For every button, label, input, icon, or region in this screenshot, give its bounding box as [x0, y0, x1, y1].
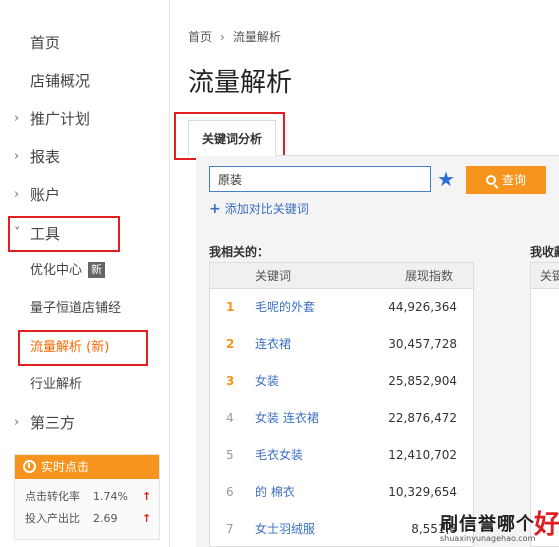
sidebar-item-optimization-center[interactable]: 优化中心新	[0, 257, 170, 285]
highlight-box-traffic-analysis	[18, 330, 148, 366]
arrow-up-icon: ↑	[142, 490, 152, 503]
star-icon[interactable]: ★	[437, 166, 455, 192]
plus-icon: +	[209, 201, 221, 217]
table-header: 关键词 展现指数	[210, 263, 473, 289]
query-button[interactable]: 查询	[466, 166, 546, 194]
impression-index: 22,876,472	[388, 411, 457, 425]
table-row: 2 连衣裙 30,457,728	[210, 326, 473, 363]
keyword-link[interactable]: 女士羽绒服	[255, 511, 315, 547]
rank-number: 6	[226, 485, 234, 499]
metric-value: 2.69	[93, 512, 118, 525]
related-keywords-table: 关键词 展现指数 1 毛呢的外套 44,926,364 2 连衣裙 30,457…	[209, 262, 474, 547]
realtime-header: 实时点击	[15, 455, 159, 479]
table-row: 3 女装 25,852,904	[210, 363, 473, 400]
clock-icon	[23, 460, 36, 473]
related-section-label: 我相关的：	[209, 245, 270, 259]
metric-value: 1.74%	[93, 490, 128, 503]
chevron-right-icon: ›	[14, 415, 20, 430]
arrow-up-icon: ↑	[142, 512, 152, 525]
keyword-link[interactable]: 女装 连衣裙	[255, 400, 319, 437]
chevron-right-icon: ›	[14, 111, 20, 126]
chevron-right-icon: ›	[14, 187, 20, 202]
sidebar-item-industry-analysis[interactable]: 行业解析	[0, 371, 170, 399]
rank-number: 7	[226, 522, 234, 536]
impression-index: 44,926,364	[388, 300, 457, 314]
column-header-keyword: 关键词	[255, 269, 292, 283]
search-icon	[485, 175, 496, 185]
impression-index: 25,852,904	[388, 374, 457, 388]
add-compare-label: 添加对比关键词	[224, 202, 309, 216]
sidebar-item-label: 优化中心	[30, 263, 83, 278]
query-button-label: 查询	[501, 173, 526, 187]
sidebar-group-label: 推广计划	[30, 110, 91, 128]
sidebar-group-promotion[interactable]: › 推广计划	[0, 104, 170, 134]
keyword-link[interactable]: 毛衣女装	[255, 437, 303, 474]
breadcrumb: 首页 › 流量解析	[188, 28, 281, 45]
sidebar-group-third-party[interactable]: › 第三方	[0, 408, 170, 438]
sidebar-group-label: 账户	[30, 186, 61, 204]
realtime-title: 实时点击	[41, 460, 90, 474]
keyword-link[interactable]: 连衣裙	[255, 326, 291, 363]
sidebar: 首页 店铺概况 › 推广计划 › 报表 › 账户 ˅ 工具 优化中心新 量子恒道…	[0, 0, 170, 547]
impression-index: 10,329,654	[388, 485, 457, 499]
breadcrumb-current: 流量解析	[232, 30, 281, 44]
rank-number: 1	[226, 300, 235, 314]
sidebar-item-home[interactable]: 首页	[0, 28, 170, 58]
table-row: 4 女装 连衣裙 22,876,472	[210, 400, 473, 437]
sidebar-group-account[interactable]: › 账户	[0, 180, 170, 210]
sidebar-group-label: 报表	[30, 148, 61, 166]
rank-number: 3	[226, 374, 235, 388]
realtime-row: 点击转化率 1.74% ↑	[15, 487, 161, 507]
page-title: 流量解析	[188, 68, 293, 98]
keyword-link[interactable]: 女装	[255, 363, 279, 400]
tab-keyword-analysis[interactable]: 关键词分析	[188, 120, 276, 156]
column-header-keyword: 关键	[531, 263, 559, 289]
metric-label: 投入产出比	[25, 512, 80, 525]
watermark: 刷信誉哪个 好 shuaxinyunagehao.com	[440, 508, 559, 547]
chevron-right-icon: ›	[14, 149, 20, 164]
rank-number: 4	[226, 411, 234, 425]
realtime-clicks-card: 实时点击 点击转化率 1.74% ↑ 投入产出比 2.69 ↑	[14, 454, 160, 540]
realtime-row: 投入产出比 2.69 ↑	[15, 509, 161, 529]
new-badge: 新	[88, 262, 106, 278]
keyword-search-input[interactable]	[209, 166, 431, 192]
table-row: 1 毛呢的外套 44,926,364	[210, 289, 473, 326]
rank-number: 5	[226, 448, 234, 462]
sidebar-item-shop-overview[interactable]: 店铺概况	[0, 66, 170, 96]
add-compare-keyword-link[interactable]: + 添加对比关键词	[209, 200, 309, 217]
favorites-section-label: 我收藏	[530, 245, 559, 259]
rank-number: 2	[226, 337, 235, 351]
sidebar-group-reports[interactable]: › 报表	[0, 142, 170, 172]
watermark-url: shuaxinyunagehao.com	[440, 534, 536, 543]
highlight-box-tools	[8, 216, 120, 252]
watermark-big-char: 好	[534, 510, 559, 540]
sidebar-item-quantum-shop[interactable]: 量子恒道店铺经	[0, 295, 170, 323]
impression-index: 30,457,728	[388, 337, 457, 351]
table-row: 7 女士羽绒服 8,551,8	[210, 511, 473, 547]
keyword-link[interactable]: 的 棉衣	[255, 474, 295, 511]
chevron-right-icon: ›	[220, 30, 225, 44]
watermark-text: 刷信誉哪个	[440, 514, 535, 535]
impression-index: 12,410,702	[388, 448, 457, 462]
table-row: 5 毛衣女装 12,410,702	[210, 437, 473, 474]
table-row: 6 的 棉衣 10,329,654	[210, 474, 473, 511]
column-header-index: 展现指数	[405, 269, 454, 283]
keyword-link[interactable]: 毛呢的外套	[255, 289, 315, 326]
breadcrumb-home[interactable]: 首页	[188, 30, 212, 44]
metric-label: 点击转化率	[25, 490, 80, 503]
sidebar-group-label: 第三方	[30, 414, 76, 432]
